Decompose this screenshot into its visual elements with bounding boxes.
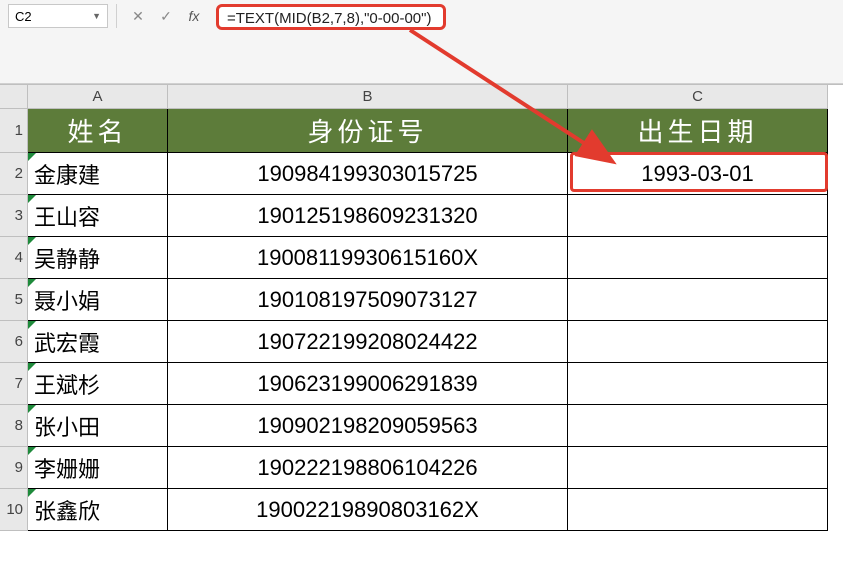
- row-header[interactable]: 8: [0, 405, 28, 447]
- cell-dob[interactable]: [568, 447, 828, 489]
- cell-dob[interactable]: [568, 195, 828, 237]
- confirm-formula-icon[interactable]: ✓: [154, 4, 178, 28]
- select-all-corner[interactable]: [0, 85, 28, 109]
- cell-name[interactable]: 聂小娟: [28, 279, 168, 321]
- cell-name[interactable]: 张鑫欣: [28, 489, 168, 531]
- cell-name[interactable]: 王斌杉: [28, 363, 168, 405]
- cell-name[interactable]: 金康建: [28, 153, 168, 195]
- cell-dob[interactable]: [568, 405, 828, 447]
- divider: [116, 4, 124, 28]
- row-header[interactable]: 2: [0, 153, 28, 195]
- formula-bar: C2 ▼ ✕ ✓ fx =TEXT(MID(B2,7,8),"0-00-00"): [0, 0, 843, 84]
- cell-dob-active[interactable]: 1993-03-01: [568, 153, 828, 195]
- cell-name[interactable]: 王山容: [28, 195, 168, 237]
- row-header[interactable]: 7: [0, 363, 28, 405]
- cell-name[interactable]: 张小田: [28, 405, 168, 447]
- formula-input-wrap: =TEXT(MID(B2,7,8),"0-00-00"): [212, 4, 835, 30]
- row-header[interactable]: 5: [0, 279, 28, 321]
- formula-text: =TEXT(MID(B2,7,8),"0-00-00"): [227, 10, 431, 27]
- fx-icon[interactable]: fx: [182, 4, 206, 28]
- row-header[interactable]: 3: [0, 195, 28, 237]
- row-header[interactable]: 10: [0, 489, 28, 531]
- cell-id[interactable]: 190125198609231320: [168, 195, 568, 237]
- chevron-down-icon: ▼: [92, 11, 101, 21]
- cell-id[interactable]: 190722199208024422: [168, 321, 568, 363]
- row-header[interactable]: 6: [0, 321, 28, 363]
- cell-reference: C2: [15, 9, 32, 24]
- cell-name[interactable]: 李姗姗: [28, 447, 168, 489]
- cell-dob[interactable]: [568, 279, 828, 321]
- row-header[interactable]: 1: [0, 109, 28, 153]
- header-dob[interactable]: 出生日期: [568, 109, 828, 153]
- header-name[interactable]: 姓名: [28, 109, 168, 153]
- col-header-A[interactable]: A: [28, 85, 168, 109]
- cell-id[interactable]: 190108197509073127: [168, 279, 568, 321]
- row-header[interactable]: 4: [0, 237, 28, 279]
- cell-dob[interactable]: [568, 489, 828, 531]
- cell-id[interactable]: 190902198209059563: [168, 405, 568, 447]
- name-box[interactable]: C2 ▼: [8, 4, 108, 28]
- cell-id[interactable]: 190623199006291839: [168, 363, 568, 405]
- cell-name[interactable]: 吴静静: [28, 237, 168, 279]
- cell-dob[interactable]: [568, 363, 828, 405]
- row-header[interactable]: 9: [0, 447, 28, 489]
- cell-dob[interactable]: [568, 321, 828, 363]
- col-header-C[interactable]: C: [568, 85, 828, 109]
- cell-id[interactable]: 190222198806104226: [168, 447, 568, 489]
- cancel-formula-icon[interactable]: ✕: [126, 4, 150, 28]
- col-header-B[interactable]: B: [168, 85, 568, 109]
- cell-dob[interactable]: [568, 237, 828, 279]
- spreadsheet: A B C 1 姓名 身份证号 出生日期 2 金康建 1909841993030…: [0, 84, 843, 531]
- cell-id[interactable]: 19008119930615160X: [168, 237, 568, 279]
- cell-name[interactable]: 武宏霞: [28, 321, 168, 363]
- cell-id[interactable]: 190984199303015725: [168, 153, 568, 195]
- header-id[interactable]: 身份证号: [168, 109, 568, 153]
- cell-id[interactable]: 19002219890803162X: [168, 489, 568, 531]
- formula-input[interactable]: =TEXT(MID(B2,7,8),"0-00-00"): [216, 4, 446, 30]
